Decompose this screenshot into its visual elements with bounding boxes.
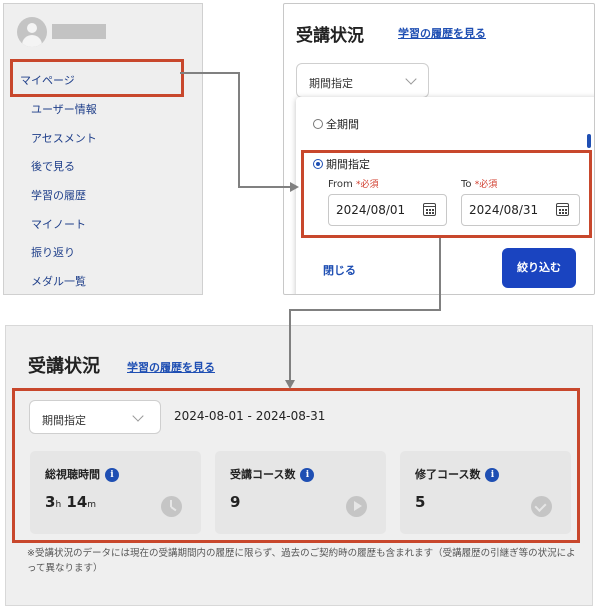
chevron-down-icon <box>132 410 144 422</box>
from-label: From *必須 <box>328 179 379 190</box>
from-date-value: 2024/08/01 <box>336 203 406 217</box>
learning-history-link[interactable]: 学習の履歴を見る <box>398 25 486 41</box>
stat-card-courses-completed: 修了コース数 i 5 <box>400 451 571 534</box>
to-date-value: 2024/08/31 <box>469 203 539 217</box>
sidebar-item-my-notes[interactable]: マイノート <box>31 216 86 232</box>
stat-card-courses-taken: 受講コース数 i 9 <box>215 451 386 534</box>
calendar-icon[interactable] <box>423 203 436 216</box>
stat-value: 9 <box>230 493 241 511</box>
stat-card-total-watch-time: 総視聴時間 i 3h 14m <box>30 451 201 534</box>
apply-filter-button[interactable]: 絞り込む <box>502 248 576 288</box>
period-range-highlight: 期間指定 From *必須 To *必須 2024/08/01 2024/08/… <box>301 150 592 238</box>
scrollbar-thumb[interactable] <box>587 134 591 148</box>
chevron-down-icon <box>405 73 417 85</box>
info-icon[interactable]: i <box>300 468 315 482</box>
check-circle-icon <box>531 496 552 517</box>
info-icon[interactable]: i <box>105 468 119 482</box>
required-mark: *必須 <box>355 180 379 190</box>
info-icon[interactable]: i <box>485 468 500 482</box>
sidebar-item-learning-history[interactable]: 学習の履歴 <box>31 187 86 203</box>
result-dropdown-value: 期間指定 <box>42 414 86 427</box>
result-title: 受講状況 <box>28 356 100 377</box>
stat-title: 総視聴時間 i <box>45 466 119 482</box>
radio-period-specified[interactable] <box>313 159 323 169</box>
sidebar-panel: マイページ ユーザー情報 アセスメント 後で見る 学習の履歴 マイノート 振り返… <box>3 3 203 295</box>
sidebar-item-mypage[interactable]: マイページ <box>20 72 75 88</box>
result-learning-history-link[interactable]: 学習の履歴を見る <box>127 359 215 375</box>
sidebar-item-medals[interactable]: メダル一覧 <box>31 273 86 289</box>
from-date-input[interactable]: 2024/08/01 <box>328 194 447 226</box>
to-date-input[interactable]: 2024/08/31 <box>461 194 580 226</box>
stat-title: 修了コース数 i <box>415 466 500 482</box>
result-summary-highlight: 期間指定 2024-08-01 - 2024-08-31 総視聴時間 i 3h 1… <box>12 388 580 543</box>
period-filter-popup: 全期間 期間指定 From *必須 To *必須 2024/08/01 2024… <box>296 97 594 294</box>
stat-value: 3h 14m <box>45 493 97 511</box>
username-redacted <box>52 24 106 39</box>
calendar-icon[interactable] <box>556 203 569 216</box>
filter-panel: 受講状況 学習の履歴を見る 期間指定 全期間 期間指定 From *必須 To … <box>283 3 595 295</box>
result-period-dropdown[interactable]: 期間指定 <box>29 400 161 434</box>
radio-period-specified-label[interactable]: 期間指定 <box>326 156 370 172</box>
stat-title: 受講コース数 i <box>230 466 315 482</box>
to-label: To *必須 <box>461 179 498 190</box>
play-icon <box>346 496 367 517</box>
period-dropdown[interactable]: 期間指定 <box>296 63 429 98</box>
sidebar-item-user-info[interactable]: ユーザー情報 <box>31 101 97 117</box>
required-mark: *必須 <box>474 180 498 190</box>
close-button[interactable]: 閉じる <box>323 262 356 278</box>
sidebar-item-watch-later[interactable]: 後で見る <box>31 158 75 174</box>
stat-value: 5 <box>415 493 426 511</box>
footnote: ※受講状況のデータには現在の受講期間内の履歴に限らず、過去のご契約時の履歴も含ま… <box>27 548 576 574</box>
clock-icon <box>161 496 182 517</box>
sidebar-item-reflection[interactable]: 振り返り <box>31 244 75 260</box>
radio-all-period[interactable] <box>313 119 323 129</box>
avatar[interactable] <box>17 17 47 47</box>
page-title: 受講状況 <box>296 26 364 46</box>
sidebar-item-mypage-highlight[interactable]: マイページ <box>10 59 184 97</box>
sidebar-item-assessment[interactable]: アセスメント <box>31 130 97 146</box>
period-dropdown-value: 期間指定 <box>309 77 353 90</box>
radio-all-period-label[interactable]: 全期間 <box>326 116 359 132</box>
date-range-text: 2024-08-01 - 2024-08-31 <box>174 409 326 423</box>
